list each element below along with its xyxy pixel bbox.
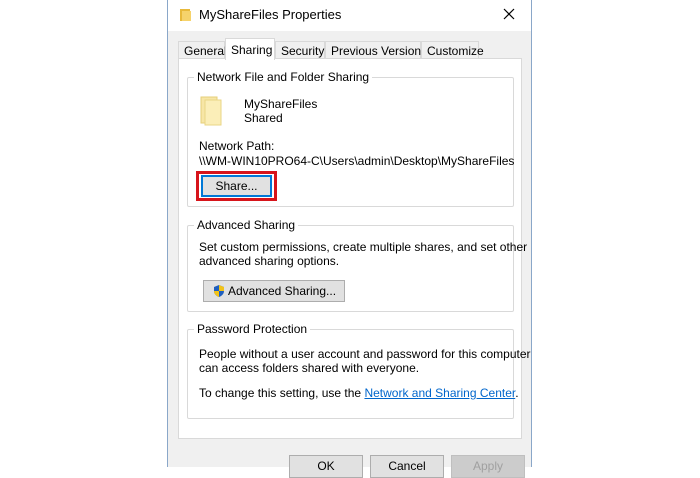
folder-name: MyShareFiles: [244, 97, 318, 111]
share-button[interactable]: Share...: [201, 175, 272, 197]
properties-dialog: MyShareFiles Properties General Sharing …: [167, 0, 532, 478]
password-protection-description-2: can access folders shared with everyone.: [199, 361, 420, 375]
tab-previous-versions[interactable]: Previous Versions: [325, 41, 427, 59]
network-path-label: Network Path:: [199, 139, 275, 153]
title-bar: MyShareFiles Properties: [168, 0, 531, 31]
password-protection-group: Password Protection People without a use…: [187, 322, 531, 419]
change-setting-text: To change this setting, use the Network …: [199, 386, 519, 400]
uac-shield-icon: [212, 284, 226, 298]
tab-general[interactable]: General: [178, 41, 227, 59]
tab-security[interactable]: Security: [275, 41, 325, 59]
tab-sharing[interactable]: Sharing: [225, 38, 275, 60]
advanced-sharing-description-1: Set custom permissions, create multiple …: [199, 240, 528, 254]
window-title: MyShareFiles Properties: [199, 7, 342, 22]
network-sharing-title: Network File and Folder Sharing: [194, 70, 373, 84]
change-setting-prefix: To change this setting, use the: [199, 386, 365, 400]
close-button[interactable]: [487, 0, 531, 31]
advanced-sharing-description-2: advanced sharing options.: [199, 254, 340, 268]
advanced-sharing-button-label: Advanced Sharing...: [227, 284, 337, 298]
password-protection-description-1: People without a user account and passwo…: [199, 347, 531, 361]
password-protection-title: Password Protection: [194, 322, 311, 336]
close-icon: [503, 8, 515, 23]
change-setting-suffix: .: [515, 386, 519, 400]
advanced-sharing-title: Advanced Sharing: [194, 218, 299, 232]
shared-folder-icon: [199, 96, 225, 126]
advanced-sharing-group: Advanced Sharing Set custom permissions,…: [187, 218, 527, 312]
network-sharing-group: Network File and Folder Sharing MyShareF…: [187, 70, 515, 207]
network-sharing-center-link[interactable]: Network and Sharing Center: [364, 386, 515, 400]
folder-status: Shared: [244, 111, 283, 125]
network-path-value: \\WM-WIN10PRO64-C\Users\admin\Desktop\My…: [199, 154, 515, 168]
tab-customize[interactable]: Customize: [421, 41, 484, 59]
sharing-panel: Network File and Folder Sharing MyShareF…: [178, 58, 531, 439]
folder-icon: [179, 8, 193, 22]
advanced-sharing-button[interactable]: Advanced Sharing...: [203, 280, 345, 302]
